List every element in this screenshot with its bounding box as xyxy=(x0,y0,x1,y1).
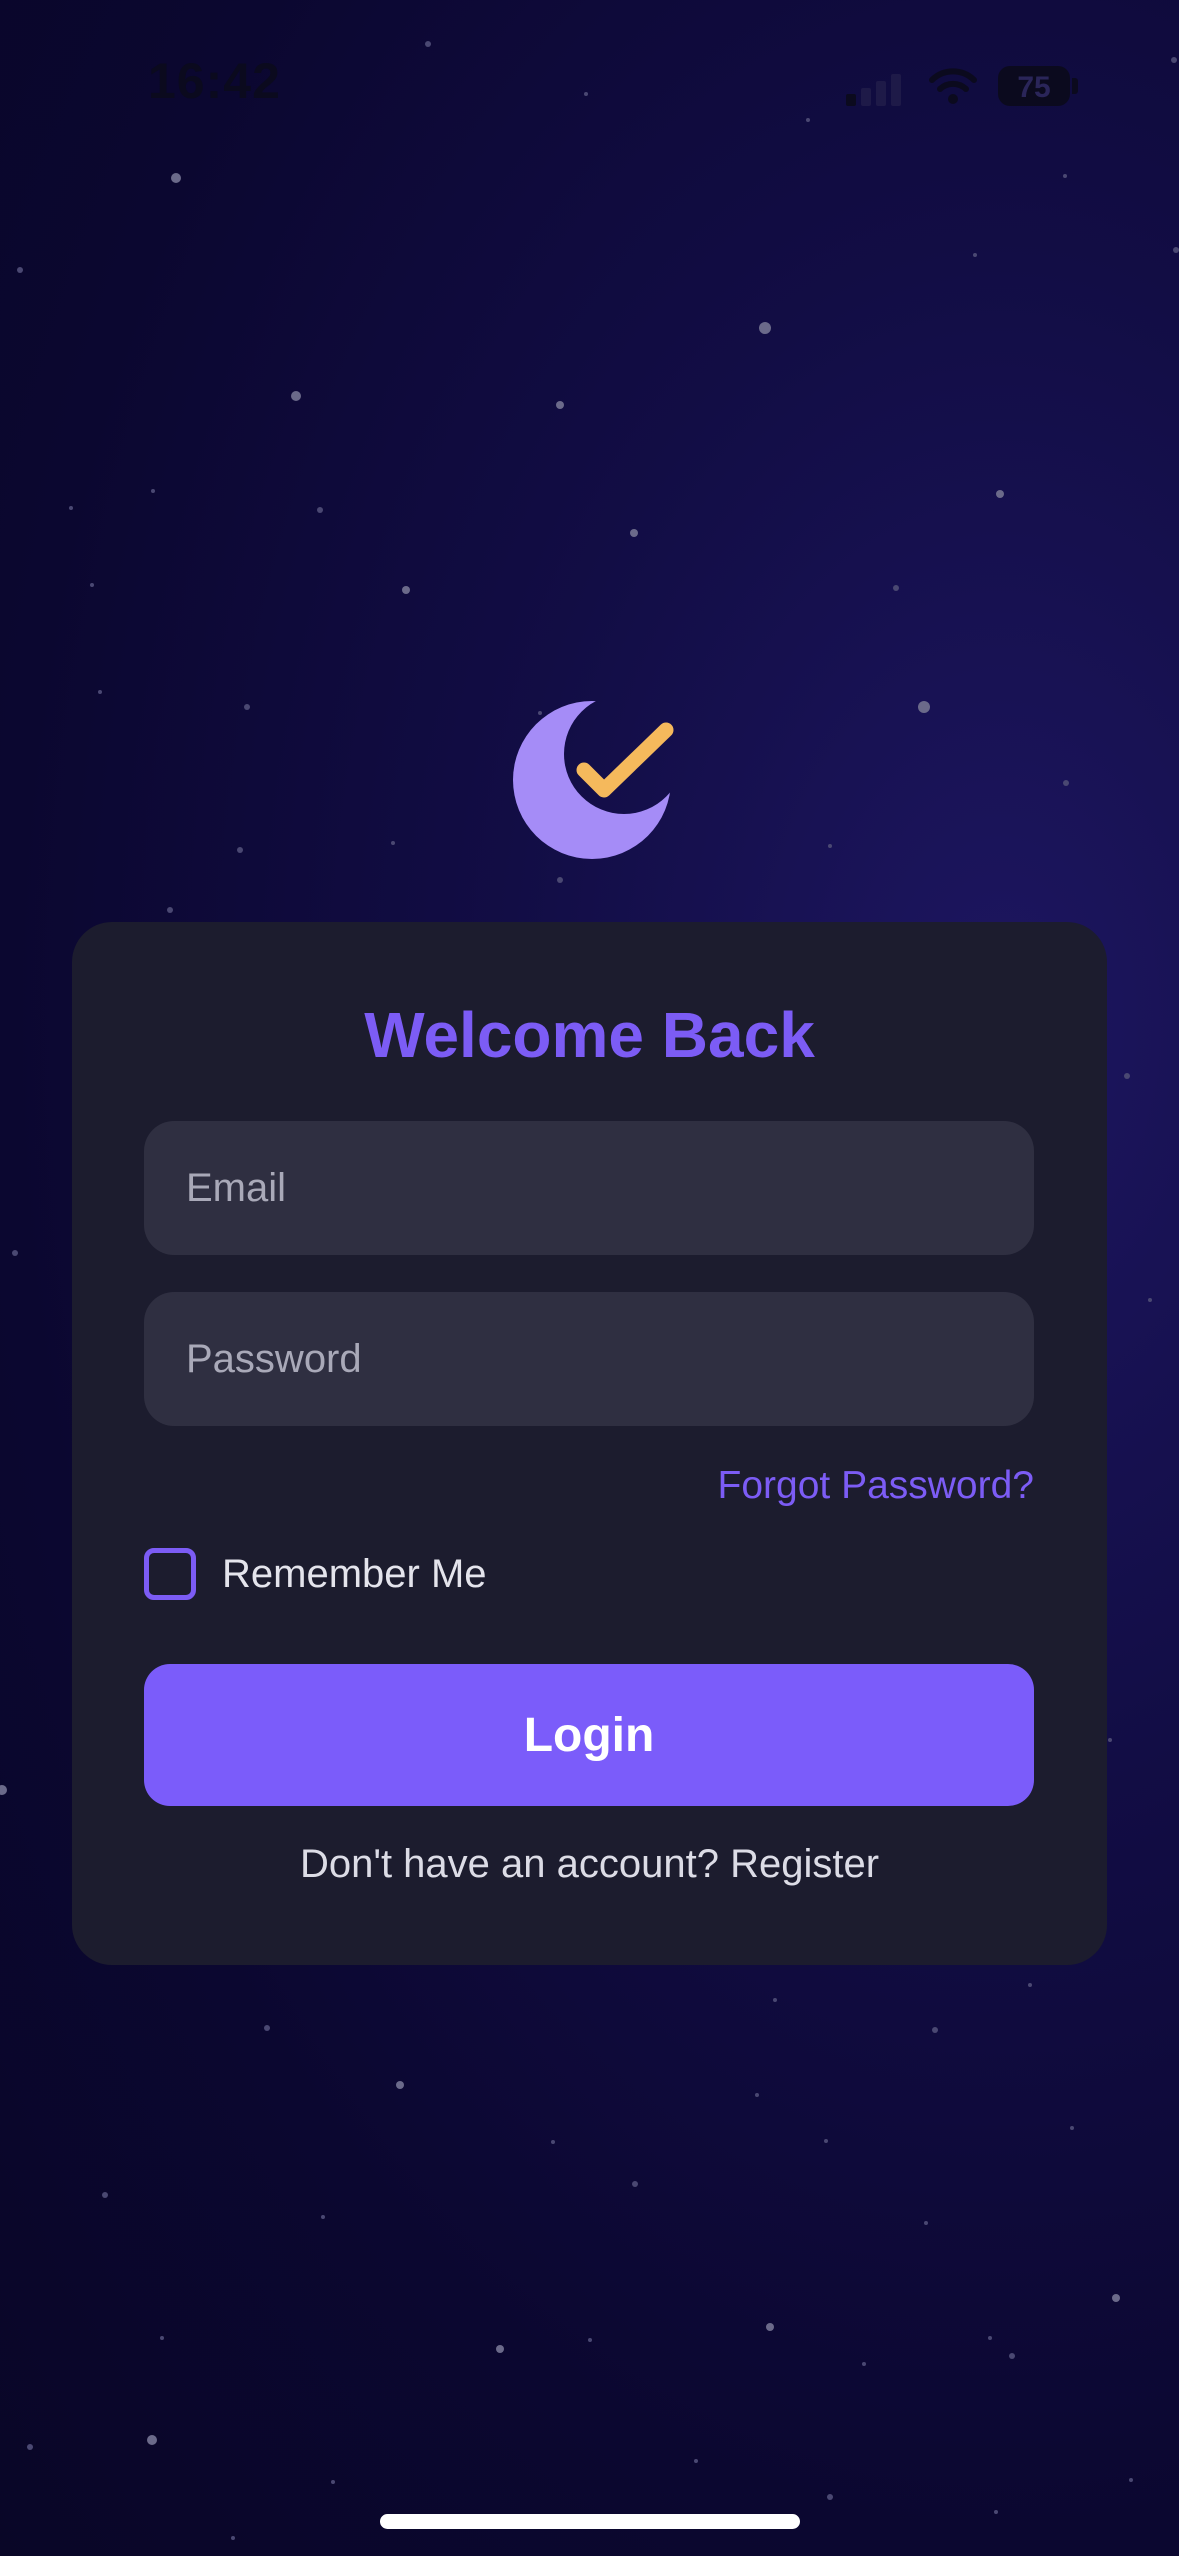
star xyxy=(1129,2478,1133,2482)
star xyxy=(17,267,23,273)
star xyxy=(827,2494,833,2500)
remember-me-label: Remember Me xyxy=(222,1551,487,1596)
star xyxy=(766,2323,774,2331)
star xyxy=(694,2459,698,2463)
star xyxy=(102,2192,108,2198)
status-time: 16:42 xyxy=(148,53,281,109)
star xyxy=(1108,1738,1112,1742)
battery-cap xyxy=(1072,78,1078,94)
star xyxy=(291,391,301,401)
star xyxy=(893,585,899,591)
star xyxy=(151,489,155,493)
star xyxy=(556,401,564,409)
email-field[interactable]: Email xyxy=(144,1121,1034,1255)
star xyxy=(828,844,832,848)
remember-me-checkbox[interactable] xyxy=(144,1548,196,1600)
register-link[interactable]: Don't have an account? Register xyxy=(72,1842,1107,1887)
star xyxy=(402,586,410,594)
star xyxy=(1028,1983,1032,1987)
remember-me-row[interactable]: Remember Me xyxy=(144,1544,487,1604)
page-title: Welcome Back xyxy=(364,999,815,1071)
star xyxy=(0,1785,7,1795)
star xyxy=(1070,2126,1074,2130)
wifi-icon xyxy=(929,68,977,104)
star xyxy=(1063,780,1069,786)
star xyxy=(396,2081,404,2089)
star xyxy=(391,841,395,845)
star xyxy=(171,173,181,183)
star xyxy=(773,1998,777,2002)
star xyxy=(996,490,1004,498)
star xyxy=(588,2338,592,2342)
star xyxy=(1063,174,1067,178)
star xyxy=(557,877,563,883)
status-bar: 16:42 75 xyxy=(0,0,1179,170)
star xyxy=(932,2027,938,2033)
star xyxy=(755,2093,759,2097)
star xyxy=(862,2362,866,2366)
signal-icon xyxy=(846,72,906,106)
login-button[interactable]: Login xyxy=(144,1664,1034,1806)
star xyxy=(1009,2353,1015,2359)
password-field[interactable]: Password xyxy=(144,1292,1034,1426)
home-indicator xyxy=(380,2514,800,2529)
forgot-password-link[interactable]: Forgot Password? xyxy=(718,1464,1034,1508)
star xyxy=(973,253,977,257)
star xyxy=(147,2435,157,2445)
star xyxy=(988,2336,992,2340)
star xyxy=(331,2480,335,2484)
star xyxy=(759,322,771,334)
star xyxy=(924,2221,928,2225)
star xyxy=(994,2510,998,2514)
battery-level: 75 xyxy=(1017,71,1051,104)
password-placeholder: Password xyxy=(186,1336,362,1381)
star xyxy=(1124,1073,1130,1079)
star xyxy=(918,701,930,713)
star xyxy=(824,2139,828,2143)
star xyxy=(1148,1298,1152,1302)
star xyxy=(1173,247,1179,253)
star xyxy=(167,907,173,913)
star xyxy=(264,2025,270,2031)
star xyxy=(496,2345,504,2353)
star xyxy=(27,2444,33,2450)
star xyxy=(98,690,102,694)
star xyxy=(321,2215,325,2219)
login-card: Welcome Back Email Password Forgot Passw… xyxy=(72,922,1107,1965)
star xyxy=(160,2336,164,2340)
star xyxy=(69,506,73,510)
star xyxy=(90,583,94,587)
star xyxy=(1112,2294,1120,2302)
star xyxy=(237,847,243,853)
moon-check-icon xyxy=(513,701,674,859)
star xyxy=(551,2140,555,2144)
star xyxy=(317,507,323,513)
email-placeholder: Email xyxy=(186,1165,287,1210)
star xyxy=(630,529,638,537)
star xyxy=(12,1250,18,1256)
star xyxy=(231,2536,235,2540)
star xyxy=(244,704,250,710)
battery-icon: 75 xyxy=(998,66,1070,106)
star xyxy=(632,2181,638,2187)
